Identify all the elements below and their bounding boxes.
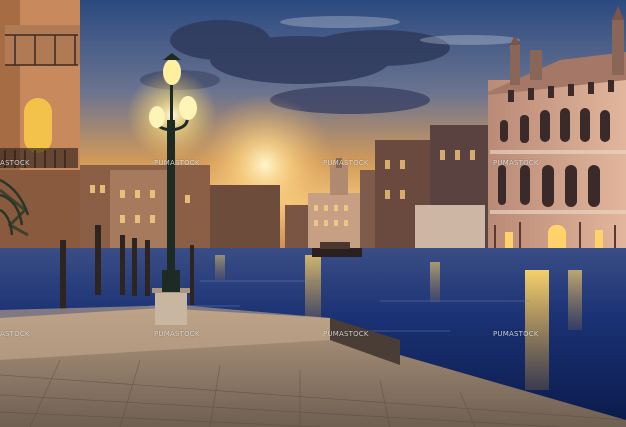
venice-grand-canal-photo: ASTOCK PUMASTOCK PUMASTOCK PUMASTOCK AST… (0, 0, 626, 427)
right-middle-buildings (360, 125, 490, 260)
lit-window (24, 98, 52, 153)
photo-illustration (0, 0, 626, 427)
